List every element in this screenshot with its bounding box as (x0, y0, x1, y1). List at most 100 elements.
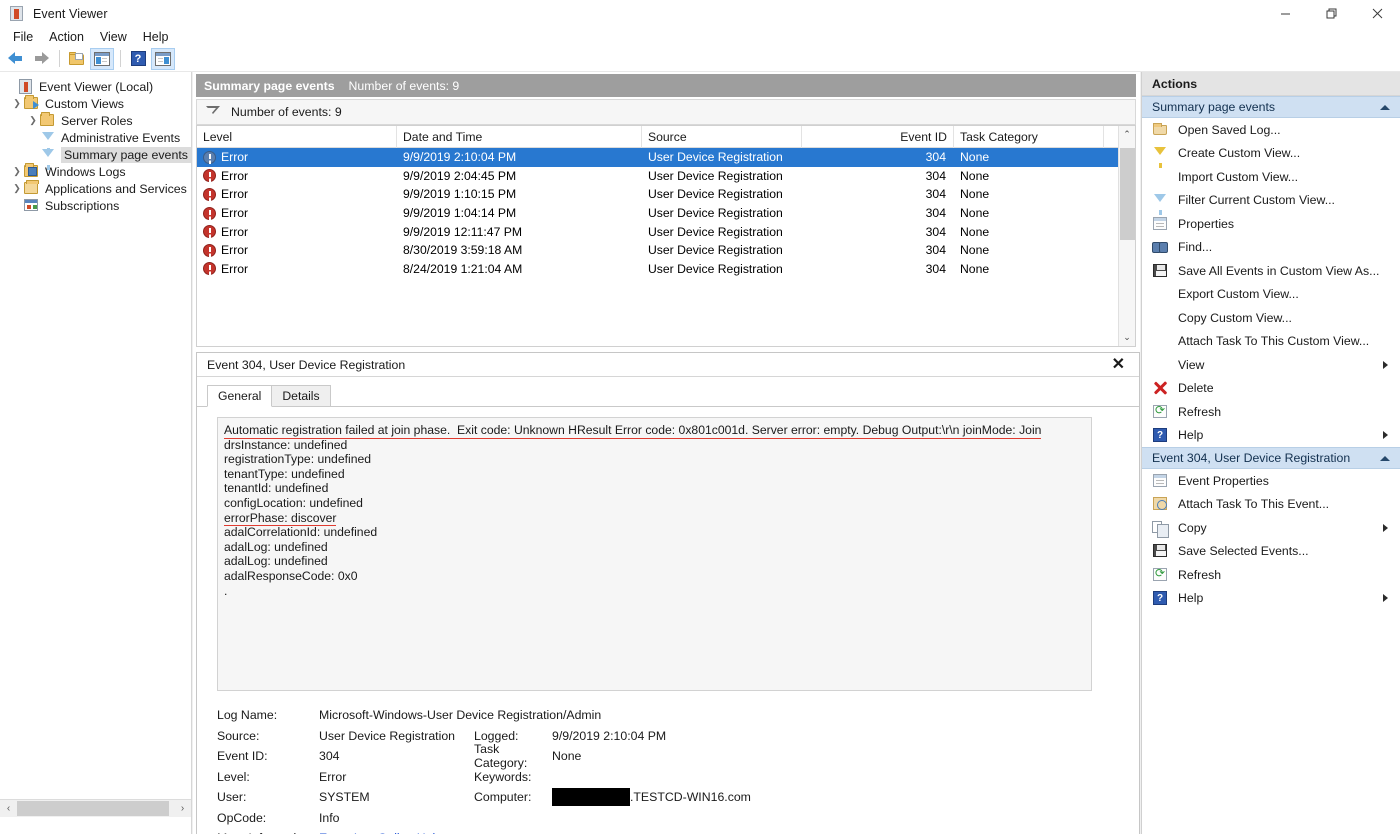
table-row[interactable]: Error 8/30/2019 3:59:18 AM User Device R… (197, 241, 1135, 260)
actions-group-event-304[interactable]: Event 304, User Device Registration (1142, 447, 1400, 469)
action-refresh[interactable]: Refresh (1142, 400, 1400, 424)
restore-button[interactable] (1308, 0, 1354, 27)
filter-icon (1152, 192, 1169, 216)
action-help-event[interactable]: ? Help (1142, 587, 1400, 611)
action-find[interactable]: Find... (1142, 236, 1400, 260)
action-label: Refresh (1178, 567, 1222, 582)
tree-horizontal-scrollbar[interactable]: ‹ › (0, 799, 191, 817)
description-line: errorPhase: discover (224, 510, 337, 527)
action-help[interactable]: ? Help (1142, 424, 1400, 448)
cell-level: Error (197, 225, 397, 239)
table-row[interactable]: Error 9/9/2019 2:04:45 PM User Device Re… (197, 167, 1135, 186)
action-delete[interactable]: Delete (1142, 377, 1400, 401)
user-value: SYSTEM (319, 790, 370, 805)
action-event-properties[interactable]: Event Properties (1142, 469, 1400, 493)
action-import-custom-view[interactable]: Import Custom View... (1142, 165, 1400, 189)
filter-event-count: Number of events: 9 (231, 105, 342, 119)
column-header-task-category[interactable]: Task Category (954, 126, 1104, 148)
event-description-box[interactable]: Automatic registration failed at join ph… (217, 417, 1092, 691)
action-view[interactable]: View (1142, 353, 1400, 377)
action-attach-task-to-this-custom-view[interactable]: Attach Task To This Custom View... (1142, 330, 1400, 354)
table-row[interactable]: Error 9/9/2019 2:10:04 PM User Device Re… (197, 148, 1135, 167)
action-save-selected-events[interactable]: Save Selected Events... (1142, 540, 1400, 564)
tree-item-event-viewer-local[interactable]: Event Viewer (Local) (0, 78, 191, 95)
table-row[interactable]: Error 9/9/2019 1:04:14 PM User Device Re… (197, 204, 1135, 223)
menu-view[interactable]: View (92, 28, 135, 46)
column-header-source[interactable]: Source (642, 126, 802, 148)
action-properties[interactable]: Properties (1142, 212, 1400, 236)
tab-general[interactable]: General (207, 385, 273, 407)
cell-datetime: 9/9/2019 12:11:47 PM (403, 224, 523, 239)
tree-item-summary-page-events[interactable]: Summary page events (0, 146, 191, 170)
column-header-level[interactable]: Level (197, 126, 397, 148)
scroll-thumb[interactable] (17, 800, 169, 816)
scroll-thumb[interactable] (1120, 148, 1135, 240)
chevron-up-icon[interactable] (1380, 455, 1390, 461)
show-hide-console-tree-button[interactable] (90, 47, 114, 70)
cell-source: User Device Registration (648, 243, 783, 258)
action-label: Copy (1178, 520, 1207, 535)
action-copy[interactable]: Copy (1142, 516, 1400, 540)
actions-group-summary-page-events[interactable]: Summary page events (1142, 96, 1400, 118)
scroll-down-button[interactable]: ⌄ (1119, 329, 1135, 346)
action-attach-task-to-this-event[interactable]: Attach Task To This Event... (1142, 493, 1400, 517)
metadata-row-event-id: Event ID: 304 Task Category: None (217, 742, 1097, 770)
help-button[interactable]: ? (126, 48, 150, 70)
metadata-row-more-information: More Information: Event Log Online Help (217, 828, 1097, 834)
action-copy-custom-view[interactable]: Copy Custom View... (1142, 306, 1400, 330)
close-icon[interactable]: ✕ (1108, 356, 1129, 373)
action-open-saved-log[interactable]: Open Saved Log... (1142, 118, 1400, 142)
metadata-row-user: User: SYSTEM Computer: .TESTCD-WIN16.com (217, 787, 1097, 808)
description-line: tenantId: undefined (224, 481, 329, 496)
tree-item-windows-logs[interactable]: ❯ Windows Logs (0, 162, 191, 180)
show-hide-action-pane-button[interactable] (151, 47, 175, 70)
chevron-right-icon[interactable]: ❯ (26, 113, 40, 129)
action-export-custom-view[interactable]: Export Custom View... (1142, 283, 1400, 307)
window-title: Event Viewer (33, 6, 108, 21)
action-create-custom-view[interactable]: Create Custom View... (1142, 142, 1400, 169)
cell-source: User Device Registration (648, 261, 783, 276)
tree-item-subscriptions[interactable]: Subscriptions (0, 197, 191, 214)
scroll-left-button[interactable]: ‹ (0, 799, 17, 817)
tree-item-administrative-events[interactable]: Administrative Events (0, 129, 191, 153)
forward-button[interactable] (29, 48, 53, 70)
table-row[interactable]: Error 8/24/2019 1:21:04 AM User Device R… (197, 260, 1135, 279)
table-row[interactable]: Error 9/9/2019 12:11:47 PM User Device R… (197, 222, 1135, 241)
cell-task-category: None (960, 261, 990, 276)
action-refresh-event[interactable]: Refresh (1142, 563, 1400, 587)
find-icon (1152, 239, 1169, 255)
event-list-vertical-scrollbar[interactable]: ⌃ ⌄ (1118, 126, 1135, 346)
properties-icon (1152, 216, 1169, 232)
title-bar: Event Viewer (0, 0, 1400, 27)
back-button[interactable] (4, 48, 28, 70)
open-saved-log-button[interactable] (65, 48, 89, 70)
menu-file[interactable]: File (5, 28, 41, 46)
action-save-all-events-in-custom-view-as[interactable]: Save All Events in Custom View As... (1142, 259, 1400, 283)
menu-action[interactable]: Action (41, 28, 92, 46)
chevron-up-icon[interactable] (1380, 104, 1390, 110)
menu-help[interactable]: Help (135, 28, 177, 46)
pane-header: Summary page events Number of events: 9 (196, 74, 1136, 97)
tree-item-label: Event Viewer (Local) (39, 79, 154, 94)
tree-item-server-roles[interactable]: ❯ Server Roles (0, 111, 191, 129)
no-icon (1152, 357, 1169, 373)
action-label: Help (1178, 591, 1204, 606)
scroll-up-button[interactable]: ⌃ (1119, 126, 1135, 143)
filter-bar[interactable]: Number of events: 9 (196, 99, 1136, 125)
tree-item-custom-views[interactable]: ❯ Custom Views (0, 94, 191, 112)
action-filter-current-custom-view[interactable]: Filter Current Custom View... (1142, 189, 1400, 216)
tree-item-applications-and-services-logs[interactable]: ❯ Applications and Services Lo (0, 179, 191, 197)
minimize-button[interactable] (1262, 0, 1308, 27)
chevron-down-icon[interactable]: ❯ (10, 96, 24, 112)
scroll-track[interactable] (17, 799, 174, 817)
chevron-right-icon[interactable]: ❯ (10, 181, 24, 197)
chevron-right-icon[interactable]: ❯ (10, 164, 24, 180)
event-list-grid[interactable]: Level Date and Time Source Event ID Task… (196, 125, 1136, 347)
table-row[interactable]: Error 9/9/2019 1:10:15 PM User Device Re… (197, 185, 1135, 204)
column-header-date-and-time[interactable]: Date and Time (397, 126, 642, 148)
tab-details[interactable]: Details (271, 385, 331, 407)
close-button[interactable] (1354, 0, 1400, 27)
cell-event-id: 304 (925, 224, 946, 239)
scroll-right-button[interactable]: › (174, 799, 191, 817)
column-header-event-id[interactable]: Event ID (802, 126, 954, 148)
